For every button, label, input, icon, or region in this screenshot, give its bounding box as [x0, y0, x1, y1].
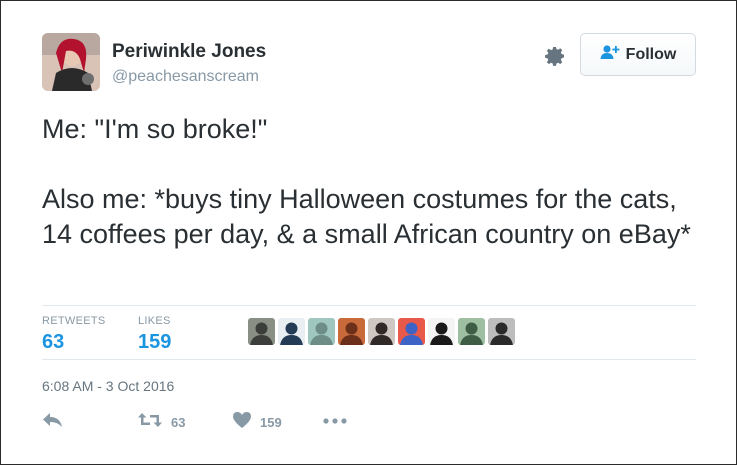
- like-button[interactable]: 159: [232, 411, 282, 434]
- tweet-line-1: Me: "I'm so broke!": [42, 114, 268, 144]
- avatar-2[interactable]: [278, 318, 305, 345]
- liker-facepile: [248, 318, 515, 345]
- avatar-4[interactable]: [338, 318, 365, 345]
- heart-icon: [232, 411, 252, 434]
- avatar-8[interactable]: [458, 318, 485, 345]
- avatar-3[interactable]: [308, 318, 335, 345]
- user-handle[interactable]: @peachesanscream: [112, 68, 259, 86]
- display-name[interactable]: Periwinkle Jones: [112, 41, 266, 63]
- tweet-line-2: Also me: *buys tiny Halloween costumes f…: [42, 184, 691, 249]
- avatar-6[interactable]: [398, 318, 425, 345]
- divider-top: [42, 305, 696, 306]
- retweet-button[interactable]: 63: [137, 411, 185, 434]
- likes-label: LIKES: [138, 315, 171, 327]
- reply-icon: [42, 411, 64, 434]
- tweet-card: Periwinkle Jones @peachesanscream Follow…: [0, 0, 737, 465]
- avatar-5[interactable]: [368, 318, 395, 345]
- avatar-9[interactable]: [488, 318, 515, 345]
- avatar-7[interactable]: [428, 318, 455, 345]
- tweet-text: Me: "I'm so broke!" Also me: *buys tiny …: [42, 112, 702, 252]
- retweet-count: 63: [171, 415, 186, 430]
- more-dots-icon: [322, 411, 348, 434]
- retweets-label: RETWEETS: [42, 315, 106, 327]
- retweets-stat[interactable]: RETWEETS 63: [42, 315, 106, 354]
- avatar[interactable]: [42, 33, 100, 91]
- add-user-icon: [600, 44, 620, 65]
- tweet-timestamp[interactable]: 6:08 AM - 3 Oct 2016: [42, 378, 174, 394]
- likes-stat[interactable]: LIKES 159: [138, 315, 171, 354]
- follow-button[interactable]: Follow: [580, 33, 696, 76]
- gear-icon[interactable]: [542, 43, 568, 69]
- like-count: 159: [260, 415, 282, 430]
- tweet-header: Periwinkle Jones @peachesanscream Follow: [42, 31, 696, 91]
- avatar-1[interactable]: [248, 318, 275, 345]
- follow-label: Follow: [625, 45, 677, 63]
- retweets-value: 63: [42, 331, 65, 353]
- more-button[interactable]: [322, 411, 348, 434]
- reply-button[interactable]: [42, 411, 64, 434]
- divider-bottom: [42, 359, 696, 360]
- likes-value: 159: [138, 331, 172, 353]
- tweet-actions: 63 159: [42, 411, 442, 437]
- retweet-icon: [137, 411, 163, 434]
